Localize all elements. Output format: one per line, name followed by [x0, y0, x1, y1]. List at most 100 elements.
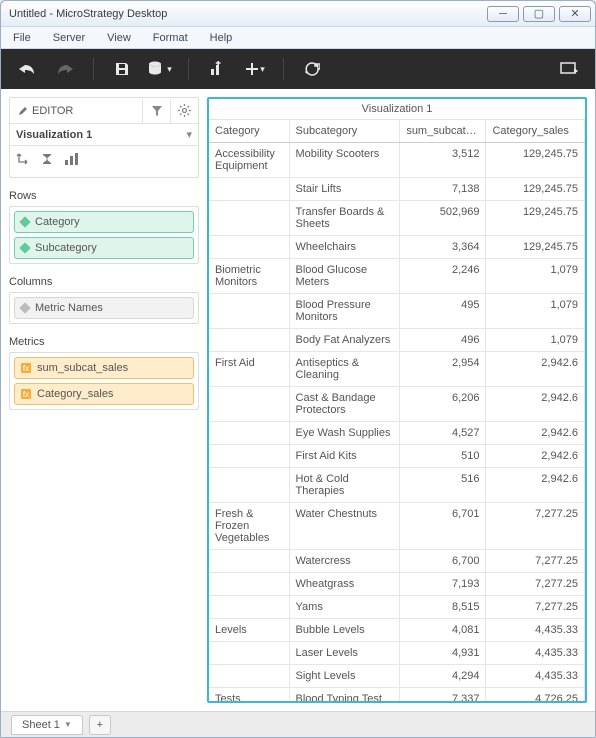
metric-pill-category-sales[interactable]: fxCategory_sales — [14, 383, 194, 405]
swap-axes-button[interactable] — [16, 152, 30, 169]
minimize-button[interactable]: ─ — [487, 6, 519, 22]
save-button[interactable] — [106, 55, 138, 83]
col-header-subcategory[interactable]: Subcategory — [289, 120, 400, 143]
col-header-category[interactable]: Category — [209, 120, 289, 143]
cell-category-sales: 4,435.33 — [486, 642, 585, 665]
columns-dropzone[interactable]: Metric Names — [9, 292, 199, 324]
sigma-button[interactable] — [40, 152, 54, 169]
filter-button[interactable] — [142, 99, 170, 123]
editor-panel: EDITOR Visualization 1 ▾ Rows — [9, 97, 199, 703]
chevron-down-icon: ▼ — [64, 720, 72, 729]
table-row[interactable]: Sight Levels4,2944,435.33 — [209, 665, 585, 688]
table-row[interactable]: Wheatgrass7,1937,277.25 — [209, 573, 585, 596]
viz-name: Visualization 1 — [16, 129, 92, 141]
cell-subcategory: Mobility Scooters — [289, 143, 400, 178]
cell-sum-subcat: 2,954 — [400, 352, 486, 387]
cell-category-sales: 1,079 — [486, 294, 585, 329]
metrics-label: Metrics — [9, 332, 199, 352]
table-row[interactable]: Eye Wash Supplies4,5272,942.6 — [209, 422, 585, 445]
cell-category — [209, 445, 289, 468]
cell-category-sales: 7,277.25 — [486, 596, 585, 619]
cell-subcategory: Hot & Cold Therapies — [289, 468, 400, 503]
table-row[interactable]: Cast & Bandage Protectors6,2062,942.6 — [209, 387, 585, 422]
cell-category — [209, 329, 289, 352]
table-row[interactable]: LevelsBubble Levels4,0814,435.33 — [209, 619, 585, 642]
table-row[interactable]: Body Fat Analyzers4961,079 — [209, 329, 585, 352]
cell-category: Tests — [209, 688, 289, 702]
table-row[interactable]: Hot & Cold Therapies5162,942.6 — [209, 468, 585, 503]
cell-sum-subcat: 510 — [400, 445, 486, 468]
title-bar[interactable]: Untitled - MicroStrategy Desktop ─ ▢ ✕ — [1, 1, 595, 27]
table-row[interactable]: Yams8,5157,277.25 — [209, 596, 585, 619]
fx-icon: fx — [21, 389, 31, 399]
cell-sum-subcat: 4,931 — [400, 642, 486, 665]
cell-category-sales: 2,942.6 — [486, 468, 585, 503]
cell-sum-subcat: 3,364 — [400, 236, 486, 259]
viz-title: Visualization 1 — [209, 99, 585, 120]
diamond-icon — [19, 216, 30, 227]
sheet-tab[interactable]: Sheet 1 ▼ — [11, 715, 83, 735]
diamond-icon — [19, 302, 30, 313]
bars-button[interactable] — [64, 152, 78, 169]
col-header-category-sales[interactable]: Category_sales — [486, 120, 585, 143]
table-row[interactable]: Fresh & Frozen VegetablesWater Chestnuts… — [209, 503, 585, 550]
table-row[interactable]: Transfer Boards & Sheets502,969129,245.7… — [209, 201, 585, 236]
menu-bar: File Server View Format Help — [1, 27, 595, 49]
cell-subcategory: Antiseptics & Cleaning — [289, 352, 400, 387]
row-pill-category[interactable]: Category — [14, 211, 194, 233]
table-row[interactable]: Biometric MonitorsBlood Glucose Meters2,… — [209, 259, 585, 294]
table-row[interactable]: TestsBlood Typing Test Kits7,3374,726.25 — [209, 688, 585, 702]
row-pill-subcategory[interactable]: Subcategory — [14, 237, 194, 259]
metric-pill-sum-subcat[interactable]: fxsum_subcat_sales — [14, 357, 194, 379]
menu-format[interactable]: Format — [147, 30, 194, 46]
table-row[interactable]: Laser Levels4,9314,435.33 — [209, 642, 585, 665]
cell-category — [209, 596, 289, 619]
editor-tab[interactable]: EDITOR — [10, 105, 81, 117]
table-row[interactable]: First Aid Kits5102,942.6 — [209, 445, 585, 468]
add-sheet-button[interactable]: + — [89, 715, 111, 735]
cell-subcategory: Wheelchairs — [289, 236, 400, 259]
table-row[interactable]: Watercress6,7007,277.25 — [209, 550, 585, 573]
menu-server[interactable]: Server — [47, 30, 91, 46]
col-header-sum-subcat[interactable]: sum_subcat_sa — [400, 120, 486, 143]
cell-subcategory: Laser Levels — [289, 642, 400, 665]
cell-category-sales: 4,726.25 — [486, 688, 585, 702]
metrics-dropzone[interactable]: fxsum_subcat_sales fxCategory_sales — [9, 352, 199, 410]
cell-sum-subcat: 2,246 — [400, 259, 486, 294]
table-row[interactable]: Wheelchairs3,364129,245.75 — [209, 236, 585, 259]
rows-dropzone[interactable]: Category Subcategory — [9, 206, 199, 264]
table-row[interactable]: Accessibility EquipmentMobility Scooters… — [209, 143, 585, 178]
cell-category-sales: 129,245.75 — [486, 201, 585, 236]
cell-category-sales: 4,435.33 — [486, 665, 585, 688]
rows-label: Rows — [9, 186, 199, 206]
table-row[interactable]: First AidAntiseptics & Cleaning2,9542,94… — [209, 352, 585, 387]
cell-subcategory: Bubble Levels — [289, 619, 400, 642]
menu-file[interactable]: File — [7, 30, 37, 46]
cell-sum-subcat: 6,700 — [400, 550, 486, 573]
refresh-button[interactable] — [296, 55, 328, 83]
present-button[interactable] — [553, 55, 585, 83]
settings-button[interactable] — [170, 99, 198, 123]
menu-view[interactable]: View — [101, 30, 137, 46]
columns-label: Columns — [9, 272, 199, 292]
cell-sum-subcat: 502,969 — [400, 201, 486, 236]
cell-category — [209, 178, 289, 201]
table-row[interactable]: Stair Lifts7,138129,245.75 — [209, 178, 585, 201]
cell-category-sales: 7,277.25 — [486, 550, 585, 573]
undo-button[interactable] — [11, 55, 43, 83]
column-pill-metricnames[interactable]: Metric Names — [14, 297, 194, 319]
maximize-button[interactable]: ▢ — [523, 6, 555, 22]
menu-help[interactable]: Help — [204, 30, 239, 46]
data-button[interactable]: ▾ — [144, 55, 176, 83]
cell-category-sales: 2,942.6 — [486, 387, 585, 422]
work-area: EDITOR Visualization 1 ▾ Rows — [1, 89, 595, 711]
cell-subcategory: Cast & Bandage Protectors — [289, 387, 400, 422]
add-button[interactable]: ▾ — [239, 55, 271, 83]
add-chart-button[interactable] — [201, 55, 233, 83]
viz-dropdown[interactable]: ▾ — [186, 128, 192, 141]
close-button[interactable]: ✕ — [559, 6, 591, 22]
grid[interactable]: Category Subcategory sum_subcat_sa Categ… — [209, 120, 585, 701]
redo-button[interactable] — [49, 55, 81, 83]
table-row[interactable]: Blood Pressure Monitors4951,079 — [209, 294, 585, 329]
cell-category — [209, 294, 289, 329]
